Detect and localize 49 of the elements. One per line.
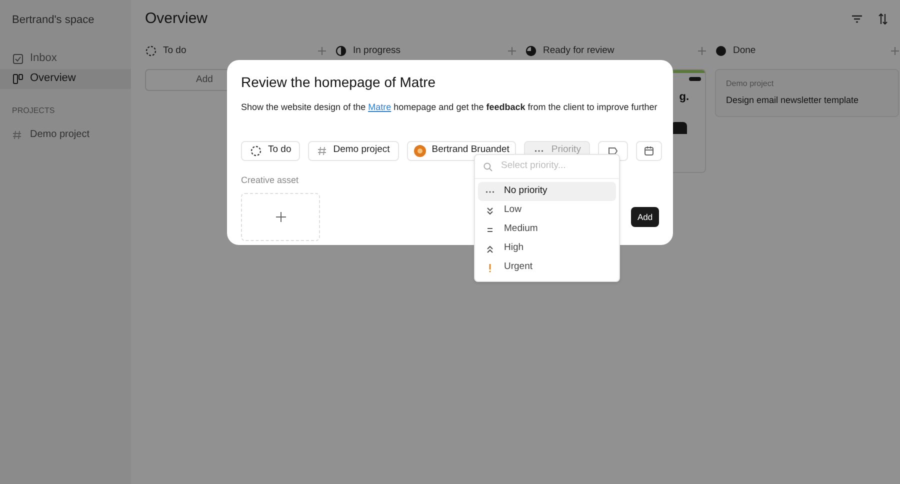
avatar-icon xyxy=(414,144,426,156)
sidebar-item[interactable]: Overview xyxy=(0,68,131,88)
tag-pill xyxy=(689,77,701,81)
upload-button[interactable] xyxy=(241,193,320,241)
status-chip[interactable]: To do xyxy=(241,140,300,160)
task-title: Review the homepage of Matre xyxy=(241,73,437,92)
project-item[interactable]: Demo project xyxy=(0,124,131,144)
hash-icon xyxy=(12,130,22,140)
inbox-icon xyxy=(12,52,24,64)
hash-icon xyxy=(317,146,328,156)
card-title: Design email newsletter template xyxy=(726,94,860,107)
column-title: To do xyxy=(163,44,188,58)
task-description: Show the website design of the Matre homepage and get the feedback from the client to improve further xyxy=(241,101,658,114)
plus-icon[interactable] xyxy=(698,47,706,55)
search-field[interactable]: Select priority... xyxy=(501,159,611,174)
page-title: Overview xyxy=(145,8,208,29)
column-title: Ready for review xyxy=(543,44,616,58)
card-title-fragment: g. xyxy=(679,90,689,105)
asset-label: Creative asset xyxy=(241,174,299,186)
pie-circle-icon xyxy=(525,45,537,57)
half-circle-icon xyxy=(335,45,347,57)
project-link[interactable]: Matre xyxy=(368,102,392,112)
sort-icon[interactable] xyxy=(876,12,890,26)
plus-icon[interactable] xyxy=(891,47,899,55)
menu-item[interactable]: Low xyxy=(478,201,616,220)
date-button[interactable] xyxy=(636,140,662,160)
filled-circle-icon xyxy=(715,45,727,57)
menu-item[interactable]: Urgent xyxy=(478,258,616,277)
column-title: In progress xyxy=(353,44,402,58)
board-icon xyxy=(12,72,24,84)
menu-item[interactable]: Medium xyxy=(478,220,616,239)
plus-icon[interactable] xyxy=(318,47,326,55)
workspace-name: Bertrand's space xyxy=(11,13,96,28)
tag-icon xyxy=(606,144,619,156)
search-icon xyxy=(483,162,493,172)
card-project: Demo project xyxy=(726,78,775,90)
dashed-circle-icon xyxy=(250,144,262,156)
column-title: Done xyxy=(733,44,757,58)
double-chevron-down-icon xyxy=(484,204,496,216)
section-heading: PROJECTS xyxy=(11,104,56,116)
plus-icon xyxy=(274,211,286,223)
menu-item[interactable]: No priority xyxy=(478,182,616,201)
add-button[interactable]: Add xyxy=(631,207,659,227)
project-chip[interactable]: Demo project xyxy=(308,140,399,160)
dashed-circle-icon xyxy=(145,45,157,57)
calendar-icon xyxy=(642,144,655,156)
task-card[interactable]: Demo project Design email newsletter template xyxy=(715,69,899,116)
plus-icon[interactable] xyxy=(508,47,516,55)
menu-item[interactable]: High xyxy=(478,239,616,258)
